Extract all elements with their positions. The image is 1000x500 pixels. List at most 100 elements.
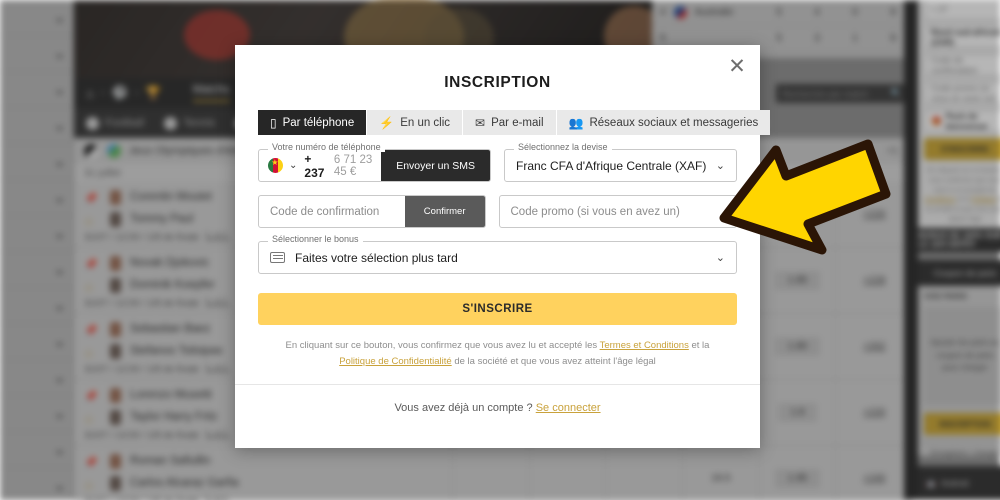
currency-field[interactable]: Rand sud-africain (ZAR) <box>924 26 1000 48</box>
rail-row[interactable]: ⌄ <box>0 360 73 396</box>
register-submit-button[interactable]: S'INSCRIRE <box>258 293 737 325</box>
rail-row[interactable]: ⌄ <box>0 396 73 432</box>
login-link[interactable]: Se connecter <box>536 402 601 414</box>
rail-row[interactable]: ⌄ <box>0 36 73 72</box>
rail-row[interactable]: ⌄ <box>0 468 73 500</box>
match-stats-link[interactable]: Lst <box>206 362 230 372</box>
tab-par-telephone[interactable]: ▯ Par téléphone <box>258 110 367 135</box>
rail-row[interactable]: ⌄ <box>0 144 73 180</box>
sport-label: Tennis <box>183 117 215 129</box>
rail-row[interactable]: ⌄ <box>0 180 73 216</box>
more-odds-link[interactable]: +220 <box>835 380 912 445</box>
rail-row[interactable]: ⌄ <box>0 216 73 252</box>
bonus-select[interactable]: Sélectionner le bonus Faites votre sélec… <box>258 235 737 274</box>
register-button[interactable]: INSCRIPTION <box>924 413 1000 435</box>
globe-icon <box>107 144 121 158</box>
confirm-button[interactable]: Confirmer <box>404 196 485 227</box>
match-stats-link[interactable]: Lst <box>206 296 230 306</box>
send-sms-button[interactable]: Envoyer un SMS <box>381 150 490 181</box>
rail-row[interactable]: ⌄ <box>0 324 73 360</box>
pin-icon[interactable]: 📌 <box>84 258 98 271</box>
league-name: Jeux Olympiques d'été <box>129 145 240 157</box>
match-meta: 31/07 / 13:00 / 1/8 de finale <box>84 430 200 441</box>
tab-reseaux-sociaux[interactable]: 👥 Réseaux sociaux et messageries <box>556 110 771 135</box>
close-icon[interactable]: ✕ <box>722 51 752 81</box>
terms-and-conditions-link[interactable]: Termes et Conditions <box>600 340 689 351</box>
odds-chip[interactable]: 1.85 <box>774 271 821 290</box>
odds-cell[interactable] <box>452 446 529 500</box>
star-icon[interactable]: ☆ <box>83 412 95 428</box>
phone-number-field[interactable]: Votre numéro de téléphone ⌄ + 237 6 71 2… <box>258 143 491 182</box>
pin-icon[interactable]: 📌 <box>84 192 98 205</box>
chevron-down-icon: ⌄ <box>54 477 65 493</box>
sport-tab-tennis[interactable]: Tennis <box>164 116 215 130</box>
terms-link[interactable]: Conditions <box>925 196 956 203</box>
submit-button[interactable]: S'INSCRIRE <box>924 138 1000 160</box>
odds-cell[interactable] <box>528 446 606 500</box>
confirmation-field[interactable]: Code de confirmation <box>924 54 1000 76</box>
star-icon[interactable]: ☆ <box>83 280 95 296</box>
phone-input-placeholder[interactable]: 6 71 23 45 € <box>334 154 381 178</box>
rail-row[interactable]: ⌄ <box>0 108 73 144</box>
table-row[interactable]: 📌 ☆ Roman Safiullin Carlos Alcaraz Garfi… <box>74 446 912 500</box>
tab-label: En un clic <box>400 116 451 129</box>
match-stats-link[interactable]: Lst <box>206 428 230 438</box>
rail-row[interactable]: ⌄ <box>0 0 73 36</box>
odds-chip[interactable]: 1.80 <box>774 337 821 356</box>
cameroon-flag-icon <box>268 158 283 173</box>
search-icon[interactable]: 🔍 <box>891 88 902 99</box>
odds-cell[interactable]: 1.80 <box>758 314 836 379</box>
home-icon[interactable]: ⌂ <box>86 86 94 101</box>
more-odds-link[interactable]: +240 <box>835 446 912 500</box>
background-coupon-header[interactable]: Coupon de paris <box>918 260 1000 286</box>
star-icon[interactable]: ☆ <box>83 214 95 230</box>
star-icon[interactable]: ☆ <box>83 346 95 362</box>
chevron-down-icon[interactable]: ⌄ <box>289 160 297 171</box>
trophy-icon[interactable]: 🏆 <box>145 85 161 101</box>
more-odds-link[interactable]: +262 <box>835 314 912 379</box>
chevron-down-icon: ⌄ <box>54 189 65 205</box>
tab-matchs[interactable]: Matchs <box>192 84 230 102</box>
rail-row[interactable]: ⌄ <box>0 432 73 468</box>
currency-select[interactable]: Sélectionnez la devise Franc CFA d'Afriq… <box>504 143 737 182</box>
confirmation-code-input[interactable]: Code de confirmation <box>259 196 405 227</box>
privacy-policy-link[interactable]: Politique de Confidentialité <box>339 356 452 367</box>
phone-code-field[interactable]: + 27 <box>924 0 1000 20</box>
lightning-bolt-icon: ⚡ <box>379 115 395 130</box>
promo-code-input[interactable]: Code promo (si vous en avez un) <box>498 195 737 228</box>
match-stats-link[interactable]: Lst <box>206 230 230 240</box>
avatar <box>110 388 121 403</box>
background-bonus-banner[interactable]: BONUS DE 100% SUR LE 1ER DÉPÔT <box>918 228 1000 252</box>
star-icon[interactable]: ☆ <box>83 478 95 494</box>
search-placeholder: Recherche par match <box>782 88 869 99</box>
match-stats-link[interactable]: Lst <box>206 494 230 500</box>
promo-field[interactable]: Code promo (si vous en avez un) <box>924 82 1000 104</box>
pin-icon[interactable]: 📌 <box>84 456 98 469</box>
background-android-bar[interactable]: 🤖 Android <box>918 466 1000 500</box>
odds-chip[interactable]: 1.95 <box>774 469 821 488</box>
envelope-icon: ✉ <box>475 115 486 130</box>
odds-cell[interactable]: 19.5 <box>682 446 759 500</box>
tab-par-email[interactable]: ✉ Par e-mail <box>463 110 556 135</box>
background-search-input[interactable]: Recherche par match 🔍 <box>776 84 908 103</box>
privacy-link[interactable]: Politique <box>971 196 996 203</box>
stat-value: 3 <box>814 33 820 44</box>
odds-cell[interactable]: 1.8 <box>758 380 836 445</box>
pin-icon[interactable]: 📌 <box>84 324 98 337</box>
avatar <box>110 476 121 491</box>
rail-row[interactable]: ⌄ <box>0 288 73 324</box>
confirmation-code-field[interactable]: Code de confirmation Confirmer <box>258 195 486 228</box>
football-icon[interactable]: ⚽ <box>112 85 128 101</box>
odds-cell[interactable] <box>605 446 682 500</box>
rail-row[interactable]: ⌄ <box>0 252 73 288</box>
pin-icon[interactable]: 📌 <box>84 390 98 403</box>
bonus-field[interactable]: 🎁 Pack de bienvenue <box>924 110 1000 132</box>
save-load-link[interactable]: Enregistrer / charger <box>924 442 1000 457</box>
rail-row[interactable]: ⌄ <box>0 72 73 108</box>
bonus-legend: Sélectionner le bonus <box>268 235 363 244</box>
chevron-down-icon: ⌄ <box>54 261 65 277</box>
sport-tab-football[interactable]: Football <box>86 116 144 130</box>
tab-en-un-clic[interactable]: ⚡ En un clic <box>367 110 463 135</box>
odds-chip[interactable]: 1.8 <box>777 403 818 422</box>
odds-cell[interactable]: 1.95 <box>758 446 836 500</box>
